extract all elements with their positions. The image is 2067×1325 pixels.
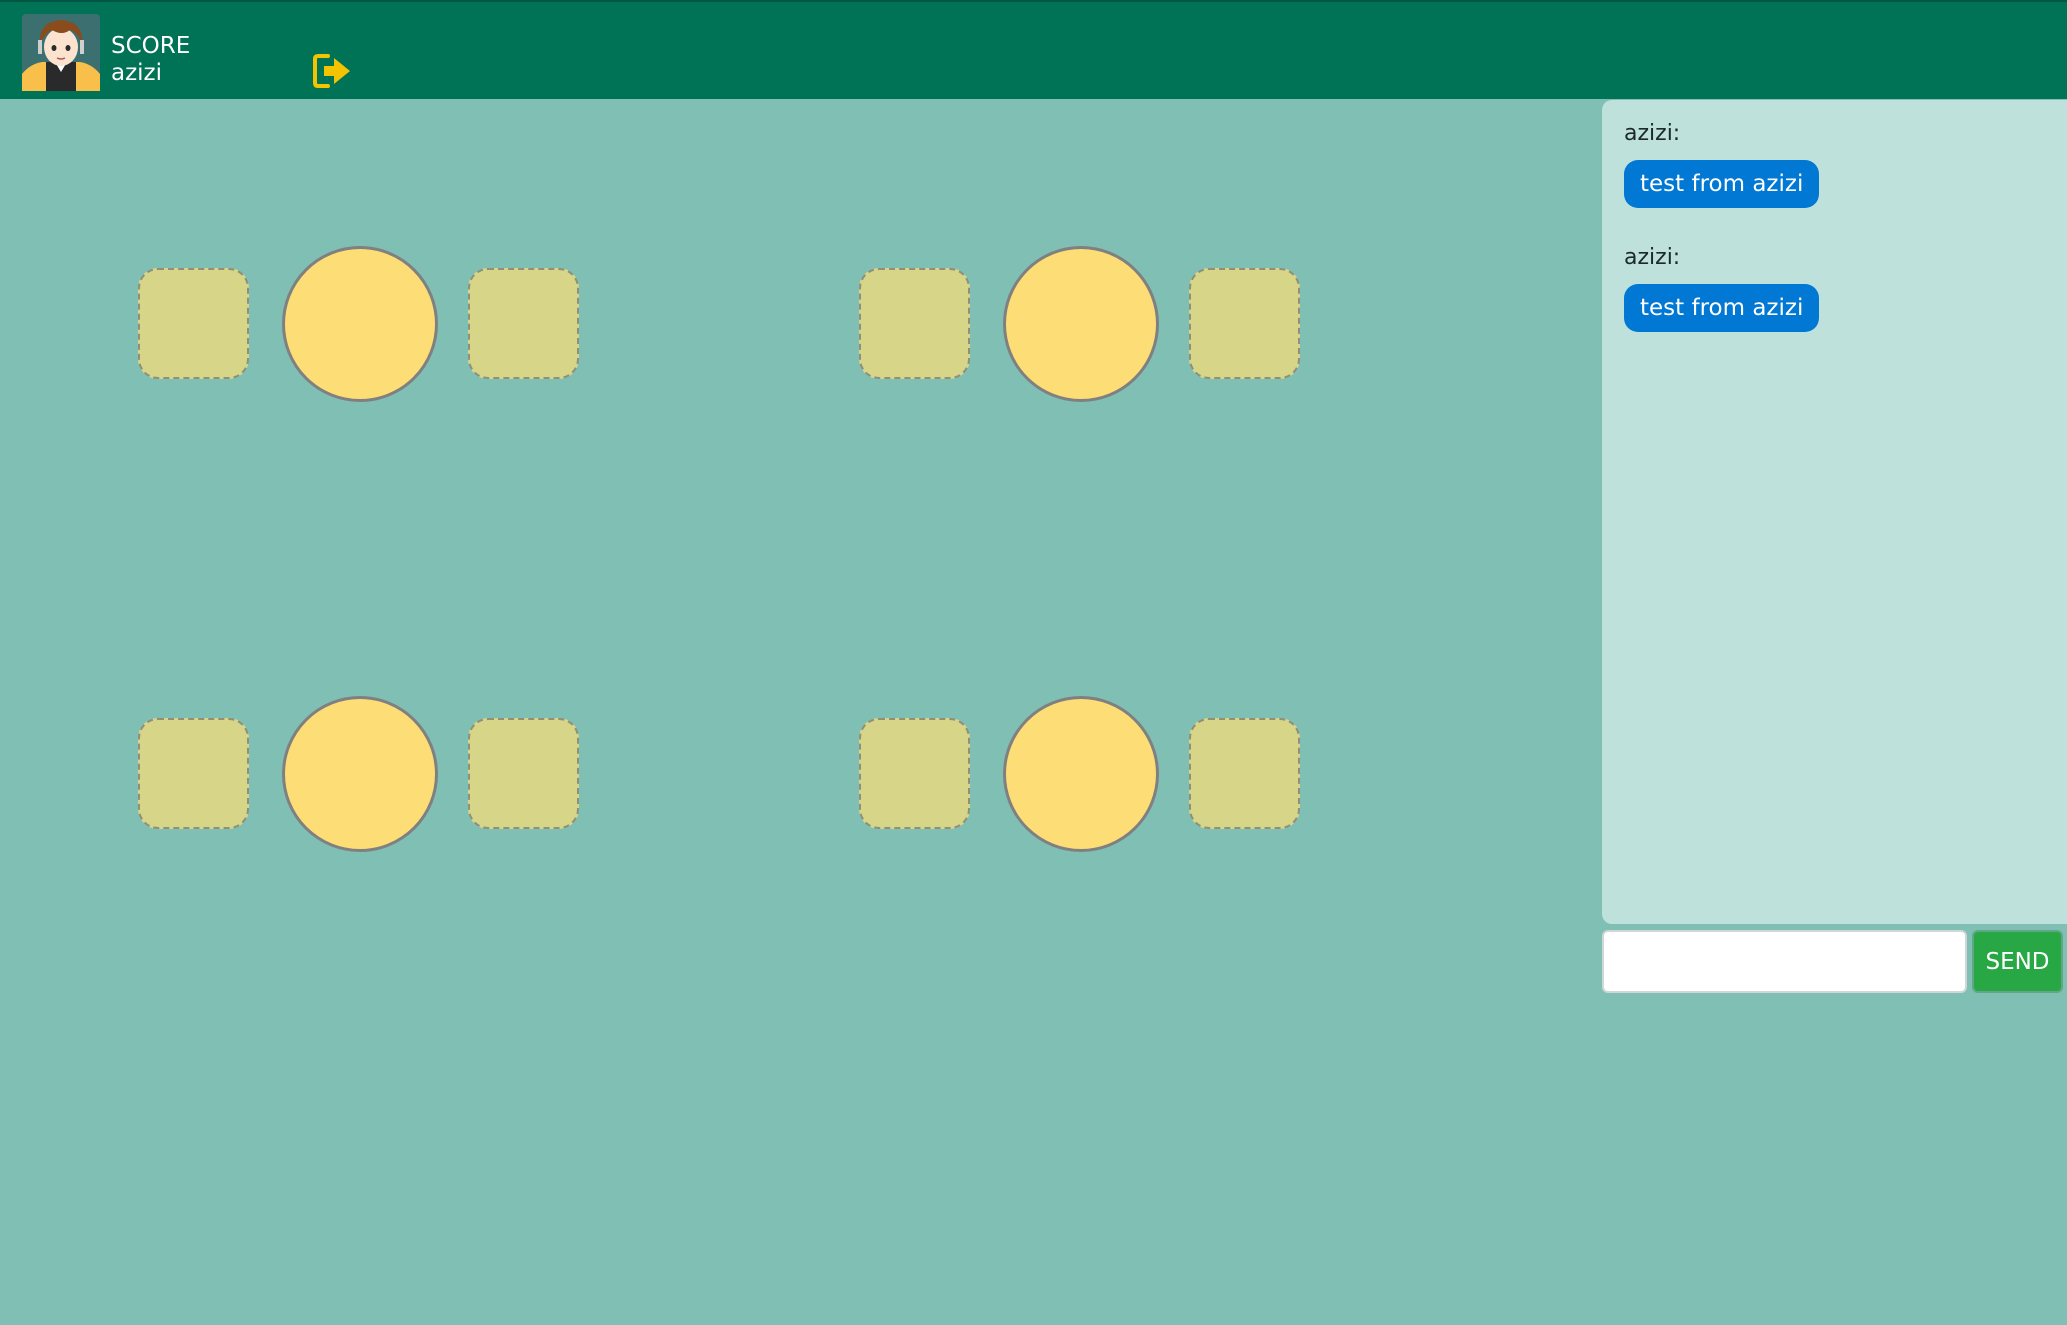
chat-sender: azizi:	[1624, 121, 1681, 146]
table[interactable]	[1003, 696, 1159, 852]
table-group-4	[859, 696, 1309, 856]
send-button[interactable]: SEND	[1972, 930, 2063, 993]
score-label: SCORE	[111, 33, 191, 59]
table-group-3	[138, 696, 588, 856]
chat-sender: azizi:	[1624, 245, 1681, 270]
table[interactable]	[282, 246, 438, 402]
top-bar: SCORE azizi	[0, 0, 2067, 99]
chat-message: azizi: test from azizi	[1624, 120, 1820, 208]
seat-left[interactable]	[859, 718, 970, 829]
seat-left[interactable]	[138, 718, 249, 829]
chat-bubble: test from azizi	[1624, 284, 1820, 332]
seat-right[interactable]	[1189, 268, 1300, 379]
chat-bubble: test from azizi	[1624, 160, 1820, 208]
table-group-1	[138, 246, 588, 406]
chat-message: azizi: test from azizi	[1624, 244, 1820, 332]
chat-message-input[interactable]	[1602, 930, 1967, 993]
seat-right[interactable]	[1189, 718, 1300, 829]
table-group-2	[859, 246, 1309, 406]
user-avatar-icon	[22, 14, 100, 91]
seat-right[interactable]	[468, 268, 579, 379]
seat-right[interactable]	[468, 718, 579, 829]
seat-left[interactable]	[138, 268, 249, 379]
chat-panel: azizi: test from azizi azizi: test from …	[1602, 100, 2067, 924]
table[interactable]	[282, 696, 438, 852]
username-label: azizi	[111, 60, 163, 86]
seat-left[interactable]	[859, 268, 970, 379]
table[interactable]	[1003, 246, 1159, 402]
exit-icon[interactable]	[312, 53, 354, 89]
